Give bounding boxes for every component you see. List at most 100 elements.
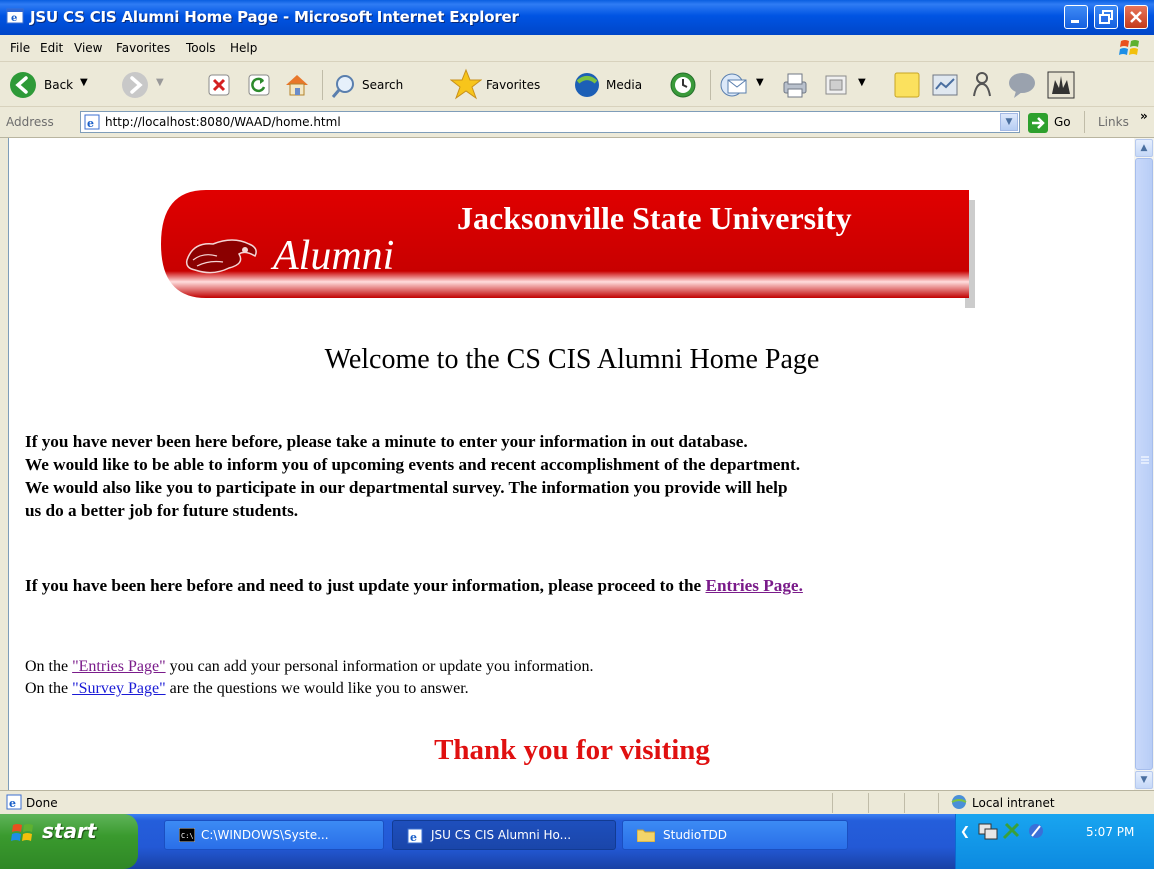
clock[interactable]: 5:07 PM — [1086, 825, 1134, 839]
refresh-button[interactable] — [246, 72, 272, 98]
stop-button[interactable] — [206, 72, 232, 98]
taskbar-item-label: JSU CS CIS Alumni Ho... — [431, 828, 572, 842]
info-lines: On the "Entries Page" you can add your p… — [25, 656, 1125, 700]
intro-line: us do a better job for future students. — [25, 501, 299, 520]
page-heading: Welcome to the CS CIS Alumni Home Page — [324, 344, 820, 375]
zone-text: Local intranet — [972, 796, 1055, 810]
menu-favorites[interactable]: Favorites — [116, 41, 170, 55]
discuss-button[interactable] — [892, 70, 922, 100]
alumni-banner: Alumni Jacksonville State University — [161, 190, 977, 308]
speech-button[interactable] — [1006, 70, 1038, 100]
restore-button[interactable] — [1094, 5, 1118, 29]
status-bar: e Done Local intranet — [0, 790, 1154, 815]
taskbar-item-folder[interactable]: StudioTDD — [622, 820, 848, 850]
messenger-button[interactable] — [968, 70, 998, 100]
standard-toolbar: Back ▼ ▼ Search Favorites Media ▼ ▼ — [0, 62, 1154, 107]
stop-icon — [208, 74, 230, 96]
menu-view[interactable]: View — [74, 41, 102, 55]
history-icon — [670, 72, 696, 98]
search-button[interactable]: Search — [330, 70, 438, 100]
ie-taskbar-icon: e — [407, 828, 423, 844]
folder-icon — [637, 829, 655, 842]
entries-info-line: On the "Entries Page" you can add your p… — [25, 656, 1125, 678]
research-button[interactable] — [930, 70, 960, 100]
media-button[interactable]: Media — [572, 70, 658, 100]
favorites-label: Favorites — [486, 78, 541, 92]
forward-button[interactable]: ▼ — [120, 70, 170, 100]
address-dropdown-icon[interactable]: ▼ — [1000, 113, 1018, 131]
menu-tools[interactable]: Tools — [186, 41, 216, 55]
survey-page-link[interactable]: "Survey Page" — [72, 680, 166, 697]
svg-text:e: e — [87, 117, 94, 130]
back-label: Back — [44, 78, 74, 92]
intro-line: We would also like you to participate in… — [25, 478, 788, 497]
vertical-scrollbar[interactable]: ▲ ▼ — [1134, 138, 1154, 790]
forward-arrow-icon — [122, 72, 148, 98]
media-icon — [575, 73, 599, 97]
page-content: Alumni Jacksonville State University Wel… — [8, 138, 1135, 790]
mail-dropdown-icon[interactable]: ▼ — [756, 77, 764, 88]
menu-help[interactable]: Help — [230, 41, 257, 55]
edit-button[interactable]: ▼ — [824, 70, 878, 100]
title-bar[interactable]: e JSU CS CIS Alumni Home Page - Microsof… — [0, 0, 1154, 35]
links-chevron-icon[interactable]: » — [1140, 109, 1148, 123]
entries-info-prefix: On the — [25, 658, 69, 675]
mail-icon — [720, 73, 747, 97]
links-label[interactable]: Links — [1098, 115, 1129, 129]
back-arrow-icon — [10, 72, 36, 98]
tools-tray-icon[interactable] — [1002, 822, 1022, 840]
system-tray: ❮ 5:07 PM — [955, 814, 1154, 869]
status-text: Done — [26, 796, 58, 810]
intro-line: If you have never been here before, plea… — [25, 432, 748, 451]
messenger-icon — [973, 72, 991, 97]
address-bar: Address e http://localhost:8080/WAAD/hom… — [0, 107, 1154, 138]
minimize-button[interactable] — [1064, 5, 1088, 29]
svg-text:C:\: C:\ — [181, 832, 194, 840]
scroll-up-button[interactable]: ▲ — [1135, 139, 1153, 157]
start-button[interactable]: start — [0, 814, 138, 869]
ie-window-icon[interactable]: e — [6, 7, 24, 25]
menu-bar: File Edit View Favorites Tools Help — [0, 35, 1154, 62]
status-separator — [832, 793, 833, 813]
close-button[interactable] — [1124, 5, 1148, 29]
menu-file[interactable]: File — [10, 41, 30, 55]
back-button[interactable]: Back ▼ — [8, 70, 108, 100]
svg-text:e: e — [9, 797, 16, 810]
extra-toolbar-button[interactable] — [1046, 70, 1076, 100]
start-label: start — [42, 819, 97, 843]
returning-paragraph: If you have been here before and need to… — [25, 576, 1125, 596]
taskbar-item-label: StudioTDD — [663, 828, 728, 842]
scroll-thumb[interactable] — [1135, 158, 1153, 770]
windows-flag-icon — [11, 824, 33, 841]
edit-dropdown-icon[interactable]: ▼ — [858, 77, 866, 88]
go-button[interactable]: Go — [1028, 112, 1080, 134]
menu-edit[interactable]: Edit — [40, 41, 63, 55]
entries-page-link[interactable]: Entries Page. — [705, 576, 802, 595]
favorites-star-icon — [450, 68, 482, 100]
survey-info-suffix: are the questions we would like you to a… — [169, 680, 469, 697]
windows-logo-icon — [1118, 38, 1144, 58]
back-dropdown-icon[interactable]: ▼ — [80, 77, 88, 88]
tray-expand-icon[interactable]: ❮ — [960, 824, 970, 838]
taskbar-item-cmd[interactable]: C:\ C:\WINDOWS\Syste... — [164, 820, 384, 850]
mail-button[interactable]: ▼ — [720, 70, 774, 100]
messenger-tray-icon[interactable] — [1026, 822, 1046, 840]
print-button[interactable] — [780, 70, 810, 100]
home-button[interactable] — [282, 70, 312, 100]
address-input[interactable]: e http://localhost:8080/WAAD/home.html ▼ — [80, 111, 1020, 133]
taskbar: start C:\ C:\WINDOWS\Syste... e JSU CS C… — [0, 814, 1154, 869]
favorites-button[interactable]: Favorites — [450, 68, 562, 100]
go-arrow-icon — [1028, 113, 1048, 133]
history-button[interactable] — [668, 70, 698, 100]
taskbar-item-ie[interactable]: e JSU CS CIS Alumni Ho... — [392, 820, 616, 850]
scroll-down-button[interactable]: ▼ — [1135, 771, 1153, 789]
entries-page-quote-link[interactable]: "Entries Page" — [72, 658, 165, 675]
refresh-icon — [248, 74, 270, 96]
forward-dropdown-icon[interactable]: ▼ — [156, 77, 164, 88]
speech-bubble-icon — [1009, 73, 1035, 98]
returning-text: If you have been here before and need to… — [25, 576, 702, 595]
network-tray-icon[interactable] — [978, 822, 998, 840]
address-url: http://localhost:8080/WAAD/home.html — [105, 115, 341, 129]
go-label: Go — [1054, 115, 1071, 129]
toolbar-separator — [322, 70, 323, 100]
